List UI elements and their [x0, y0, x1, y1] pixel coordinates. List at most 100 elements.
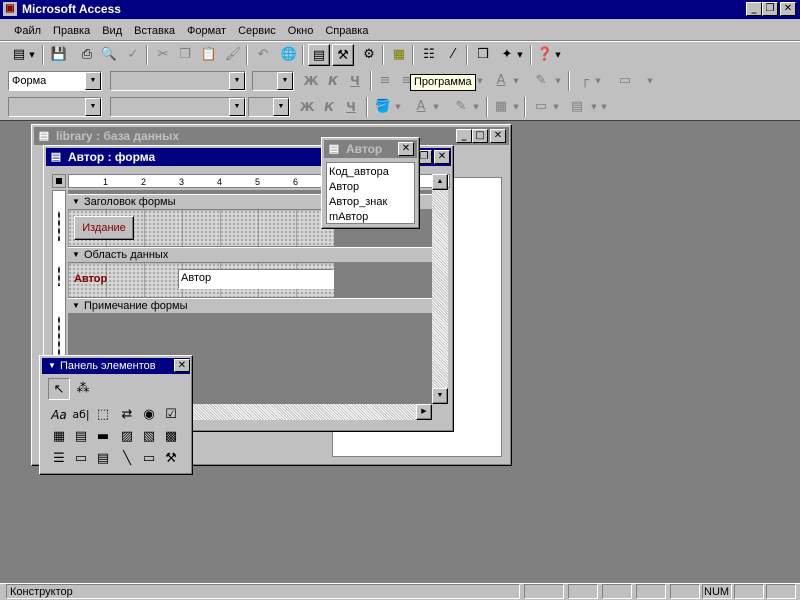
command-button-icon[interactable]: ▬ — [92, 426, 114, 448]
gridlines-dropdown-arrow[interactable]: ▼ — [510, 96, 522, 118]
chevron-down-icon[interactable]: ▼ — [273, 98, 289, 116]
object-combo-disabled[interactable]: ▼ — [8, 97, 102, 117]
field-list-item[interactable]: Автор — [329, 180, 414, 195]
menu-format[interactable]: Формат — [181, 22, 232, 40]
field-list-item[interactable]: Код_автора — [329, 165, 414, 180]
chevron-down-icon[interactable]: ▼ — [229, 72, 245, 90]
object-combo[interactable]: Форма ▼ — [8, 71, 102, 91]
fill-color-dropdown-arrow[interactable]: ▼ — [392, 96, 404, 118]
special-effect-dropdown-arrow[interactable]: ▼ — [644, 70, 656, 92]
minimize-button[interactable]: _ — [746, 2, 762, 16]
form-close-button[interactable]: ✕ — [434, 150, 450, 164]
chevron-down-icon[interactable]: ▼ — [277, 72, 293, 90]
database-window-icon[interactable]: ❒ — [472, 44, 494, 66]
more-controls-icon[interactable]: ⚒ — [160, 448, 182, 470]
line-tool-icon[interactable]: ╲ — [116, 448, 138, 470]
rectangle-tool-icon[interactable]: ▭ — [138, 448, 160, 470]
chevron-down-icon[interactable]: ▼ — [229, 98, 245, 116]
line-style-dropdown-arrow[interactable]: ▼ — [550, 96, 562, 118]
print-preview-icon[interactable]: 🔍 — [98, 44, 120, 66]
field-list-close-button[interactable]: ✕ — [398, 142, 414, 156]
bold-icon[interactable]: Ж — [300, 70, 322, 92]
unbound-object-icon[interactable]: ▧ — [138, 426, 160, 448]
option-group-icon[interactable]: ⬚ — [92, 404, 114, 426]
page-break-icon[interactable]: ☰ — [48, 448, 70, 470]
spelling-icon[interactable]: ✓ — [122, 44, 144, 66]
close-button[interactable]: ✕ — [780, 2, 796, 16]
line-color-dropdown-arrow-2[interactable]: ▼ — [470, 96, 482, 118]
scroll-right-button[interactable]: ▶ — [416, 404, 432, 420]
field-list-window[interactable]: ▤ Автор ✕ Код_автора Автор Автор_знак mА… — [321, 137, 420, 229]
underline-icon[interactable]: Ч — [344, 70, 366, 92]
view-dropdown-arrow[interactable]: ▼ — [26, 44, 38, 66]
chevron-down-icon[interactable]: ▼ — [85, 98, 101, 116]
paste-icon[interactable]: 📋 — [198, 44, 220, 66]
field-list-item[interactable]: mАвтор — [329, 210, 414, 225]
chevron-down-icon[interactable]: ▼ — [85, 72, 101, 90]
menu-edit[interactable]: Правка — [47, 22, 96, 40]
form-selector[interactable] — [52, 174, 66, 188]
line-color-icon[interactable]: ✎ — [530, 70, 552, 92]
align-right-dropdown-arrow[interactable]: ▼ — [474, 70, 486, 92]
db-maximize-button[interactable]: □ — [472, 129, 488, 143]
menu-file[interactable]: Файл — [8, 22, 47, 40]
horizontal-scrollbar[interactable]: ▶ — [192, 404, 432, 420]
hyperlink-icon[interactable]: 🌐 — [278, 44, 300, 66]
font-size-combo-disabled[interactable]: ▼ — [248, 97, 290, 117]
menu-view[interactable]: Вид — [96, 22, 128, 40]
font-color-icon[interactable]: A — [490, 70, 512, 92]
font-size-combo[interactable]: ▼ — [252, 71, 294, 91]
code-icon[interactable]: ▦ — [388, 44, 410, 66]
tab-control-icon[interactable]: ▭ — [70, 448, 92, 470]
textbox-tool-icon[interactable]: аб| — [70, 404, 92, 426]
restore-button[interactable]: ❐ — [762, 2, 778, 16]
special-effect-icon[interactable]: ▭ — [614, 70, 636, 92]
toolbox-menu-icon[interactable]: ▼ — [45, 359, 59, 373]
cut-icon[interactable]: ✂ — [152, 44, 174, 66]
field-list-item[interactable]: Автор_знак — [329, 195, 414, 210]
save-icon[interactable]: 💾 — [48, 44, 70, 66]
menu-insert[interactable]: Вставка — [128, 22, 181, 40]
image-tool-icon[interactable]: ▨ — [116, 426, 138, 448]
toolbox-icon[interactable]: ⚒ — [332, 44, 354, 66]
menu-window[interactable]: Окно — [282, 22, 320, 40]
italic-icon-disabled[interactable]: К — [318, 96, 340, 118]
font-name-combo[interactable]: ▼ — [110, 71, 246, 91]
control-wizards-icon[interactable]: ⁂ — [72, 378, 94, 400]
bound-object-icon[interactable]: ▩ — [160, 426, 182, 448]
new-object-dropdown-arrow[interactable]: ▼ — [514, 44, 526, 66]
scroll-up-button[interactable]: ▲ — [432, 174, 448, 190]
print-icon[interactable]: ⎙ — [76, 44, 98, 66]
field-list-icon[interactable]: ▤ — [308, 44, 330, 66]
align-left-icon[interactable]: ≡ — [374, 70, 396, 92]
border-style-icon[interactable]: ▤ — [566, 96, 588, 118]
option-button-icon[interactable]: ◉ — [138, 404, 160, 426]
fill-color-icon[interactable]: 🪣 — [372, 96, 394, 118]
button-izdanie[interactable]: Издание — [74, 216, 134, 240]
autoformat-icon[interactable]: ⚙ — [358, 44, 380, 66]
font-color-dropdown-arrow[interactable]: ▼ — [510, 70, 522, 92]
combo-box-icon[interactable]: ▦ — [48, 426, 70, 448]
border-width-dropdown-arrow[interactable]: ▼ — [592, 70, 604, 92]
gridlines-icon[interactable]: ▦ — [490, 96, 512, 118]
toolbox-close-button[interactable]: ✕ — [174, 359, 190, 372]
db-close-button[interactable]: ✕ — [490, 129, 506, 143]
menu-tools[interactable]: Сервис — [232, 22, 282, 40]
font-color-icon-2[interactable]: A — [410, 96, 432, 118]
menu-help[interactable]: Справка — [319, 22, 374, 40]
section-footer-bar[interactable]: Примечание формы — [68, 298, 432, 314]
label-tool-icon[interactable]: Aa — [48, 404, 70, 426]
list-box-icon[interactable]: ▤ — [70, 426, 92, 448]
italic-icon[interactable]: К — [322, 70, 344, 92]
section-detail-bar[interactable]: Область данных — [68, 247, 432, 263]
toolbox-window[interactable]: ▼ Панель элементов ✕ ↖ ⁂ Aa аб| ⬚ ⇄ ◉ ☑ … — [39, 355, 193, 475]
help-dropdown-arrow[interactable]: ▼ — [552, 44, 564, 66]
author-field-label[interactable]: Автор — [74, 271, 107, 287]
line-style-icon[interactable]: ▭ — [530, 96, 552, 118]
format-painter-icon[interactable]: 🖌 — [222, 44, 244, 66]
undo-icon[interactable]: ↶ — [252, 44, 274, 66]
underline-icon-disabled[interactable]: Ч — [340, 96, 362, 118]
font-color-dropdown-arrow-2[interactable]: ▼ — [430, 96, 442, 118]
properties-icon[interactable]: ☷ — [418, 44, 440, 66]
line-color-icon-2[interactable]: ✎ — [450, 96, 472, 118]
